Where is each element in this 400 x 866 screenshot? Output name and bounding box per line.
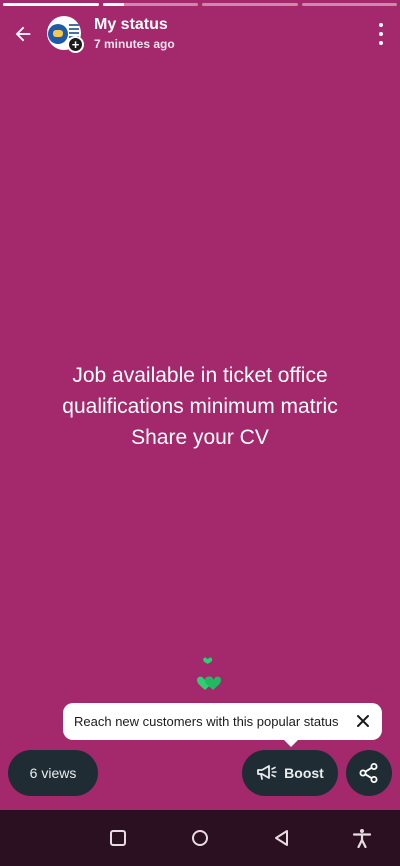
progress-segment [202, 3, 298, 6]
megaphone-icon [257, 765, 277, 780]
status-progress-bars [3, 3, 397, 6]
share-button[interactable] [346, 750, 392, 796]
plus-icon: + [71, 37, 80, 52]
status-timestamp: 7 minutes ago [94, 37, 175, 51]
home-button[interactable] [190, 828, 210, 848]
more-options-button[interactable] [376, 23, 386, 45]
status-title: My status [94, 16, 168, 33]
boost-label: Boost [284, 765, 324, 781]
views-button[interactable]: 6 views [8, 750, 98, 796]
arrow-left-icon [15, 26, 31, 42]
progress-segment [102, 3, 198, 6]
status-line: Job available in ticket office [72, 364, 328, 387]
boost-button[interactable]: Boost [242, 750, 338, 796]
tooltip-text: Reach new customers with this popular st… [74, 714, 339, 729]
accessibility-button[interactable] [352, 828, 372, 848]
home-icon [192, 830, 208, 846]
add-status-badge[interactable]: + [67, 36, 84, 53]
back-button[interactable] [8, 19, 38, 49]
recent-apps-icon [110, 830, 126, 846]
recent-apps-button[interactable] [108, 828, 128, 848]
status-header: + My status 7 minutes ago [0, 14, 400, 54]
status-line: Share your CV [131, 426, 269, 449]
status-text: Job available in ticket office qualifica… [0, 360, 400, 453]
more-vertical-icon [379, 23, 383, 27]
progress-segment [3, 3, 99, 6]
back-triangle-icon [275, 830, 288, 846]
green-hearts-icon [196, 656, 222, 692]
close-icon [357, 715, 369, 727]
status-line: qualifications minimum matric [62, 395, 338, 418]
nav-back-button[interactable] [272, 828, 292, 848]
system-navigation-bar [0, 810, 400, 866]
boost-tooltip: Reach new customers with this popular st… [63, 703, 382, 747]
accessibility-icon [352, 829, 372, 848]
share-icon [359, 763, 378, 783]
tooltip-close-button[interactable] [354, 712, 372, 730]
views-label: 6 views [29, 765, 77, 781]
progress-segment [301, 3, 397, 6]
